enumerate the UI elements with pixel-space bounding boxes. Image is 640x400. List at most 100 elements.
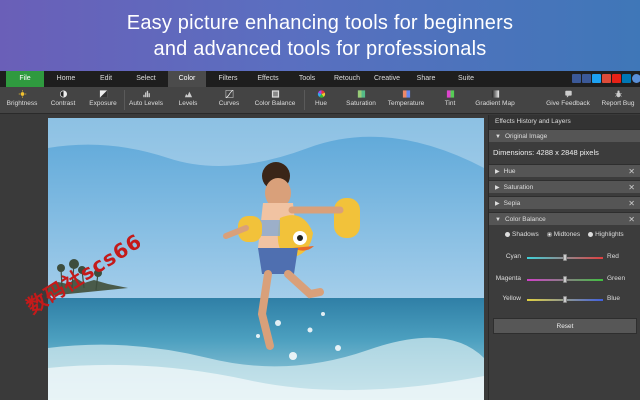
layer-label: Saturation <box>503 184 534 191</box>
effects-panel: Effects History and Layers ▼ Original Ima… <box>488 115 640 400</box>
menu-edit[interactable]: Edit <box>90 71 122 87</box>
curves-icon <box>225 90 233 98</box>
facebook-icon[interactable] <box>582 74 591 83</box>
saturation-tool[interactable]: Saturation <box>342 90 380 114</box>
radio-dot-selected <box>546 232 552 237</box>
slider-right-label: Green <box>607 275 626 282</box>
auto-levels-icon <box>142 90 150 98</box>
saturation-icon <box>357 90 365 98</box>
temperature-label: Temperature <box>387 100 425 107</box>
tone-range-radios: Shadows Midtones Highlights <box>505 231 624 238</box>
curves-tool[interactable]: Curves <box>212 90 246 114</box>
menu-home[interactable]: Home <box>50 71 82 87</box>
google-plus-icon[interactable] <box>602 74 611 83</box>
layer-sepia[interactable]: ▶ Sepia ✕ <box>489 196 640 209</box>
social-links <box>572 74 640 83</box>
collapsed-arrow-icon: ▶ <box>495 169 500 175</box>
slider-right-label: Red <box>607 253 619 260</box>
exposure-tool[interactable]: Exposure <box>86 90 120 114</box>
layer-original-image[interactable]: ▼ Original Image <box>489 129 640 142</box>
radio-label: Shadows <box>512 231 539 238</box>
twitter-icon[interactable] <box>592 74 601 83</box>
image-dimensions: Dimensions: 4288 x 2848 pixels <box>489 142 640 164</box>
close-icon[interactable]: ✕ <box>628 165 635 178</box>
color-toolbar: Brightness Contrast Exposure Auto Levels… <box>0 87 640 114</box>
toolbar-divider <box>304 90 305 110</box>
slider-left-label: Magenta <box>495 275 521 282</box>
linkedin-icon[interactable] <box>622 74 631 83</box>
thumbs-up-icon[interactable] <box>572 74 581 83</box>
close-icon[interactable]: ✕ <box>628 181 635 194</box>
auto-levels-tool[interactable]: Auto Levels <box>126 90 166 114</box>
exposure-icon <box>99 90 107 98</box>
menu-creative[interactable]: Creative <box>368 71 406 87</box>
contrast-icon <box>59 90 67 98</box>
collapsed-arrow-icon: ▶ <box>495 201 500 207</box>
curves-label: Curves <box>218 100 240 107</box>
hue-label: Hue <box>315 100 327 107</box>
color-balance-label: Color Balance <box>254 100 296 107</box>
feedback-icon <box>564 90 572 98</box>
contrast-label: Contrast <box>50 100 76 107</box>
menu-file[interactable]: File <box>6 71 44 87</box>
banner-line-1: Easy picture enhancing tools for beginne… <box>126 12 514 34</box>
levels-tool[interactable]: Levels <box>172 90 204 114</box>
menu-retouch[interactable]: Retouch <box>328 71 366 87</box>
gradient-map-tool[interactable]: Gradient Map <box>472 90 518 114</box>
brightness-tool[interactable]: Brightness <box>4 90 40 114</box>
layer-label: Sepia <box>503 200 521 207</box>
magenta-green-slider[interactable]: Magenta Green <box>489 273 640 285</box>
report-bug-label: Report Bug <box>601 100 635 107</box>
menu-suite[interactable]: Suite <box>448 71 484 87</box>
tint-icon <box>446 90 454 98</box>
color-balance-controls: Shadows Midtones Highlights Cyan Red Mag… <box>489 225 640 347</box>
give-feedback-button[interactable]: Give Feedback <box>542 90 594 114</box>
menu-effects[interactable]: Effects <box>250 71 286 87</box>
cyan-red-slider[interactable]: Cyan Red <box>489 251 640 263</box>
panel-title: Effects History and Layers <box>489 115 640 129</box>
layer-label: Color Balance <box>504 216 546 223</box>
slider-thumb[interactable] <box>563 254 567 261</box>
temperature-tool[interactable]: Temperature <box>384 90 428 114</box>
slider-thumb[interactable] <box>563 296 567 303</box>
radio-highlights[interactable]: Highlights <box>588 231 624 238</box>
expanded-arrow-icon: ▼ <box>495 134 501 140</box>
menu-select[interactable]: Select <box>128 71 164 87</box>
report-bug-button[interactable]: Report Bug <box>598 90 638 114</box>
menu-color[interactable]: Color <box>168 71 206 87</box>
layer-hue[interactable]: ▶ Hue ✕ <box>489 164 640 177</box>
promo-banner: Easy picture enhancing tools for beginne… <box>0 0 640 71</box>
expanded-arrow-icon: ▼ <box>495 217 501 223</box>
radio-label: Midtones <box>553 231 581 238</box>
color-balance-tool[interactable]: Color Balance <box>250 90 300 114</box>
radio-dot <box>588 232 594 237</box>
color-balance-icon <box>271 90 279 98</box>
help-icon[interactable] <box>632 74 640 83</box>
hue-tool[interactable]: Hue <box>306 90 336 114</box>
saturation-label: Saturation <box>346 100 376 107</box>
radio-midtones[interactable]: Midtones <box>546 231 581 238</box>
bug-icon <box>614 90 622 98</box>
banner-line-2: and advanced tools for professionals <box>153 38 487 60</box>
slider-left-label: Yellow <box>502 295 521 302</box>
sun-icon <box>18 90 26 98</box>
youtube-icon[interactable] <box>612 74 621 83</box>
menu-share[interactable]: Share <box>408 71 444 87</box>
tint-tool[interactable]: Tint <box>438 90 462 114</box>
reset-button[interactable]: Reset <box>493 318 637 334</box>
layer-label: Hue <box>503 168 516 175</box>
layer-color-balance[interactable]: ▼ Color Balance ✕ <box>489 212 640 225</box>
menu-filters[interactable]: Filters <box>210 71 246 87</box>
exposure-label: Exposure <box>89 100 117 107</box>
layer-saturation[interactable]: ▶ Saturation ✕ <box>489 180 640 193</box>
auto-levels-label: Auto Levels <box>129 100 163 107</box>
menu-tools[interactable]: Tools <box>290 71 324 87</box>
slider-thumb[interactable] <box>563 276 567 283</box>
yellow-blue-slider[interactable]: Yellow Blue <box>489 293 640 305</box>
tint-label: Tint <box>444 100 456 107</box>
contrast-tool[interactable]: Contrast <box>46 90 80 114</box>
brightness-label: Brightness <box>6 100 38 107</box>
close-icon[interactable]: ✕ <box>628 197 635 210</box>
radio-shadows[interactable]: Shadows <box>505 231 539 238</box>
levels-icon <box>184 91 192 98</box>
